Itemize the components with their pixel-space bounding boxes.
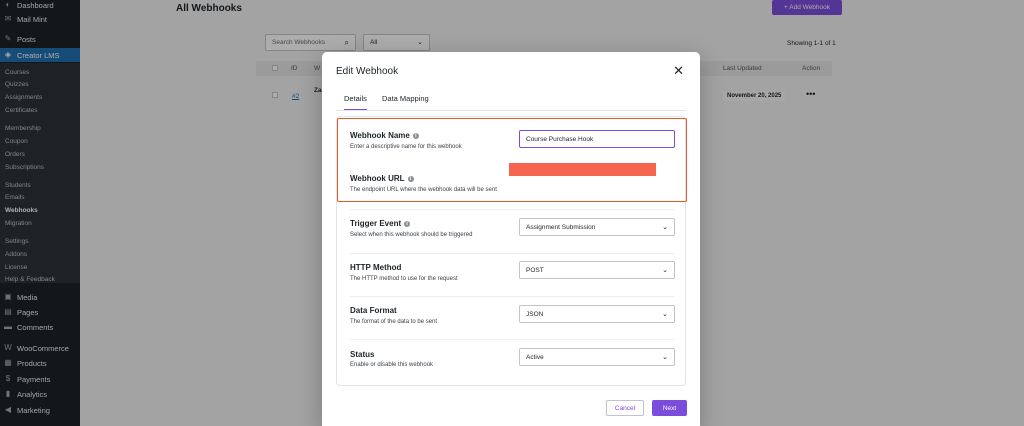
chevron-down-icon: ⌄: [662, 311, 668, 318]
status-label: Status: [350, 350, 375, 359]
field-divider: [350, 253, 674, 254]
data-format-select[interactable]: JSON ⌄: [519, 305, 675, 323]
status-description: Enable or disable this webhook: [350, 362, 434, 368]
http-method-select[interactable]: POST ⌄: [519, 261, 675, 279]
field-divider: [350, 209, 674, 210]
field-divider: [350, 296, 674, 297]
chevron-down-icon: ⌄: [662, 267, 668, 274]
info-icon[interactable]: i: [404, 220, 411, 227]
tab-details[interactable]: Details: [344, 94, 367, 110]
close-icon[interactable]: ✕: [673, 63, 684, 79]
data-format-description: The format of the data to be sent: [350, 319, 438, 325]
trigger-event-label: Trigger Event i: [350, 219, 411, 228]
cancel-button[interactable]: Cancel: [606, 400, 644, 416]
tabs-divider: [336, 110, 686, 111]
modal-title: Edit Webhook: [336, 66, 399, 77]
chevron-down-icon: ⌄: [662, 354, 668, 361]
trigger-event-select[interactable]: Assignment Submission ⌄: [519, 218, 675, 236]
next-button[interactable]: Next: [652, 400, 687, 416]
tab-data-mapping[interactable]: Data Mapping: [382, 94, 429, 103]
http-method-label: HTTP Method: [350, 263, 402, 272]
trigger-event-description: Select when this webhook should be trigg…: [350, 232, 473, 238]
status-select[interactable]: Active ⌄: [519, 348, 675, 366]
annotation-highlight: [337, 118, 687, 202]
http-method-description: The HTTP method to use for the request: [350, 276, 458, 282]
field-divider: [350, 339, 674, 340]
edit-webhook-modal: Edit Webhook ✕ Details Data Mapping Webh…: [322, 52, 700, 426]
chevron-down-icon: ⌄: [662, 224, 668, 231]
data-format-label: Data Format: [350, 306, 397, 315]
